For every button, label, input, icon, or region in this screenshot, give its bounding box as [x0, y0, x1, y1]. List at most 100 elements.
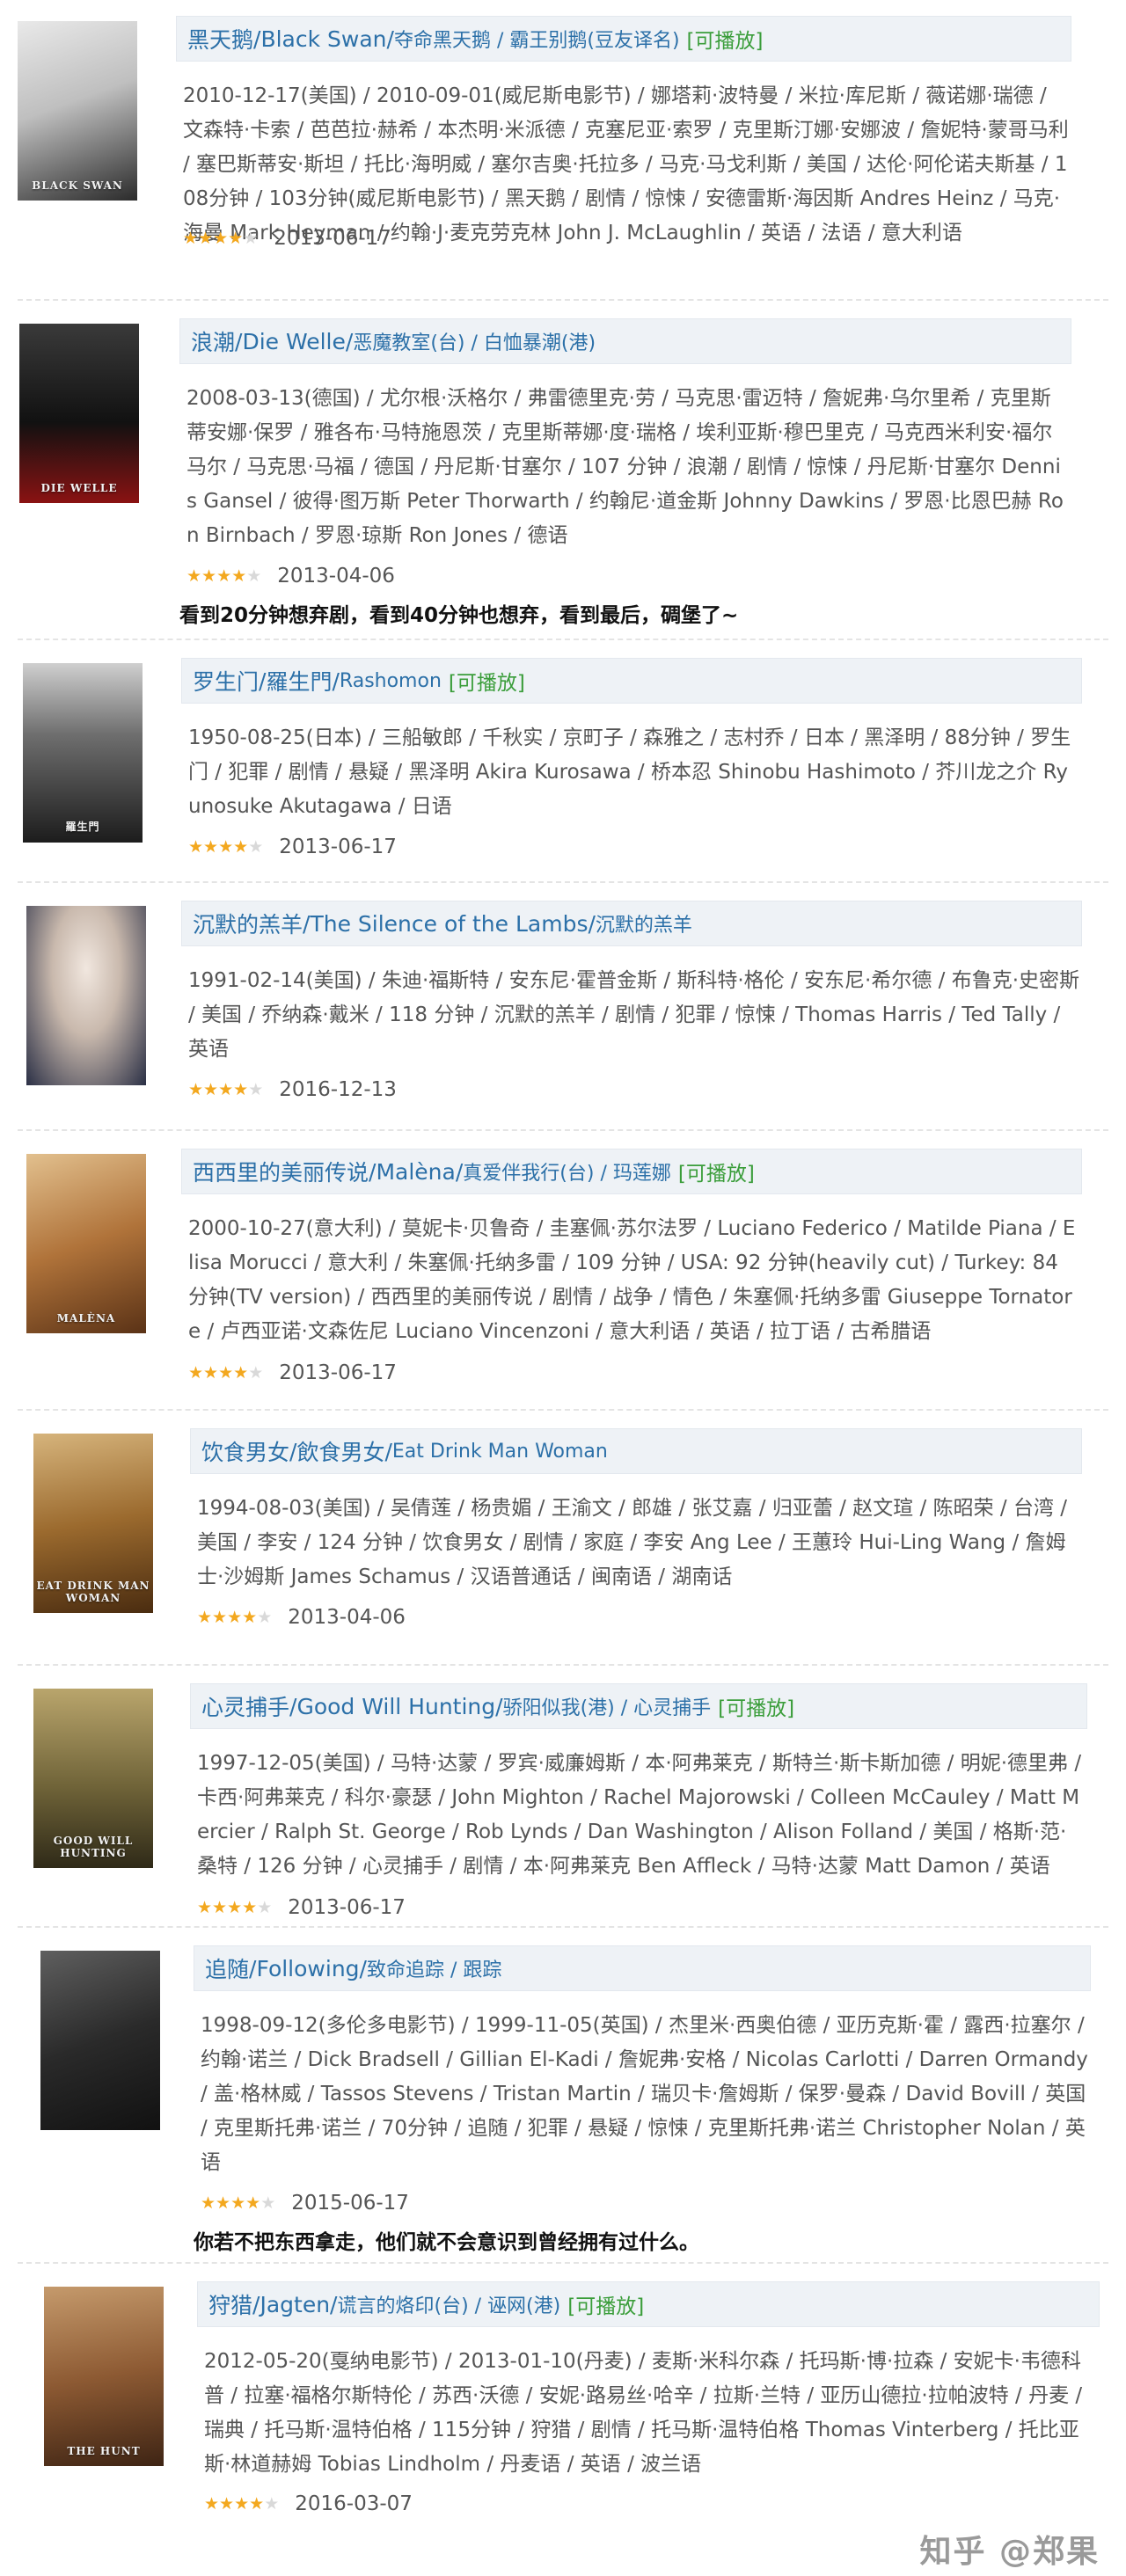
movie-title-link[interactable]: 西西里的美丽传说 [193, 1156, 369, 1187]
movie-poster[interactable]: DIE WELLE [19, 324, 139, 503]
star-icon: ★ [242, 1607, 258, 1627]
user-comment: 看到20分钟想弃剧，看到40分钟也想弃，看到最后，碉堡了~ [179, 604, 739, 627]
movie-poster[interactable]: MALÈNA [26, 1154, 146, 1333]
movie-alt-title[interactable]: Jagten [260, 2292, 330, 2317]
title-separator: / [259, 668, 267, 694]
title-separator: / [289, 1438, 297, 1464]
star-icon: ★ [243, 228, 259, 248]
movie-poster[interactable] [26, 906, 146, 1085]
movie-aliases: 谎言的烙印(台) / 诬网(港) [337, 2295, 561, 2317]
star-icon: ★ [212, 1607, 228, 1627]
star-icon: ★ [227, 1607, 243, 1627]
entry-divider [18, 2262, 1108, 2264]
playable-link[interactable]: [可播放] [678, 1157, 755, 1186]
movie-alt-title[interactable]: Malèna [376, 1159, 455, 1185]
movie-aliases: 致命追踪 / 跟踪 [366, 1959, 502, 1981]
rating-row: ★ ★ ★ ★ ★ 2016-12-13 [188, 1076, 397, 1103]
movie-info: 1994-08-03(美国) / 吴倩莲 / 杨贵媚 / 王渝文 / 郎雄 / … [197, 1497, 1068, 1588]
entry-divider [18, 299, 1108, 301]
title-separator: / [369, 1158, 377, 1185]
movie-poster[interactable] [40, 1951, 160, 2130]
poster-caption: EAT DRINK MAN WOMAN [36, 1580, 150, 1604]
movie-poster[interactable]: BLACK SWAN [18, 21, 137, 201]
rating-stars: ★ ★ ★ ★ ★ [201, 2193, 276, 2213]
movie-poster[interactable]: EAT DRINK MAN WOMAN [33, 1434, 153, 1613]
star-icon: ★ [246, 566, 262, 586]
movie-title-link[interactable]: 狩猎 [208, 2288, 252, 2320]
movie-info: 1998-09-12(多伦多电影节) / 1999-11-05(英国) / 杰里… [201, 2014, 1088, 2174]
movie-title-link[interactable]: 浪潮 [191, 325, 235, 357]
poster-caption: BLACK SWAN [32, 179, 123, 192]
poster-caption: DIE WELLE [40, 482, 118, 494]
movie-poster[interactable]: GOOD WILL HUNTING [33, 1689, 153, 1868]
rating-date: 2013-06-17 [274, 227, 391, 250]
movie-title-link[interactable]: 黑天鹅 [187, 23, 253, 55]
title-separator: / [386, 26, 394, 52]
movie-alt-title[interactable]: 飲食男女 [296, 1435, 384, 1467]
movie-aliases: Eat Drink Man Woman [391, 1440, 608, 1463]
movie-aliases: 真爱伴我行(台) / 玛莲娜 [463, 1163, 671, 1185]
user-comment: 你若不把东西拿走，他们就不会意识到曾经拥有过什么。 [194, 2231, 699, 2254]
movie-title-link[interactable]: 饮食男女 [201, 1435, 289, 1467]
playable-link[interactable]: [可播放] [567, 2289, 644, 2319]
star-icon: ★ [203, 1079, 219, 1099]
movie-poster[interactable]: 羅生門 [23, 663, 143, 843]
movie-info: 2012-05-20(戛纳电影节) / 2013-01-10(丹麦) / 麦斯·… [204, 2350, 1083, 2476]
star-icon: ★ [228, 228, 244, 248]
star-icon: ★ [264, 2493, 280, 2514]
star-icon: ★ [248, 1079, 264, 1099]
star-icon: ★ [234, 2493, 250, 2514]
rating-stars: ★ ★ ★ ★ ★ [183, 230, 258, 247]
star-icon: ★ [203, 836, 219, 857]
title-separator: / [249, 1955, 257, 1981]
movie-title-link[interactable]: 追随 [205, 1952, 249, 1984]
rating-row: ★ ★ ★ ★ ★ 2013-06-17 [183, 225, 391, 252]
title-separator: / [359, 1955, 367, 1981]
poster-caption: THE HUNT [67, 2445, 141, 2457]
title-bar: 浪潮 / Die Welle / 恶魔教室(台) / 白恤暴潮(港) [179, 318, 1071, 364]
star-icon: ★ [219, 2493, 235, 2514]
movie-aliases: 夺命黑天鹅 / 霸王别鹅(豆友译名) [393, 30, 680, 52]
rating-date: 2013-06-17 [279, 836, 397, 858]
rating-row: ★ ★ ★ ★ ★ 2013-06-17 [188, 834, 397, 860]
entry-divider [18, 1129, 1108, 1131]
star-icon: ★ [242, 1897, 258, 1917]
title-bar: 狩猎 / Jagten / 谎言的烙印(台) / 诬网(港) [可播放] [197, 2281, 1100, 2327]
star-icon: ★ [183, 228, 199, 248]
playable-link[interactable]: [可播放] [687, 24, 764, 54]
movie-info: 1950-08-25(日本) / 三船敏郎 / 千秋实 / 京町子 / 森雅之 … [188, 726, 1071, 818]
movie-title-link[interactable]: 罗生门 [193, 665, 259, 697]
star-icon: ★ [218, 836, 234, 857]
star-icon: ★ [257, 1607, 273, 1627]
star-icon: ★ [186, 566, 202, 586]
star-icon: ★ [201, 566, 217, 586]
movie-alt-title[interactable]: Die Welle [242, 329, 345, 354]
playable-link[interactable]: [可播放] [718, 1691, 794, 1721]
star-icon: ★ [188, 1362, 204, 1383]
movie-title-link[interactable]: 心灵捕手 [201, 1690, 289, 1722]
movie-title-link[interactable]: 沉默的羔羊 [193, 908, 303, 939]
playable-link[interactable]: [可播放] [449, 666, 525, 696]
title-separator: / [345, 328, 354, 354]
movie-alt-title[interactable]: Following [256, 1956, 359, 1981]
star-icon: ★ [249, 2493, 265, 2514]
rating-date: 2016-12-13 [279, 1078, 397, 1101]
star-icon: ★ [260, 2193, 276, 2213]
rating-stars: ★ ★ ★ ★ ★ [188, 836, 263, 857]
star-icon: ★ [257, 1897, 273, 1917]
star-icon: ★ [213, 228, 229, 248]
movie-alt-title[interactable]: Black Swan [260, 26, 386, 52]
title-separator: / [495, 1693, 503, 1719]
star-icon: ★ [230, 2193, 246, 2213]
movie-alt-title[interactable]: Good Will Hunting [296, 1694, 495, 1719]
movie-entry: DIE WELLE 浪潮 / Die Welle / 恶魔教室(台) / 白恤暴潮… [0, 318, 1126, 627]
poster-caption: GOOD WILL HUNTING [53, 1835, 134, 1859]
movie-entry: 追随 / Following / 致命追踪 / 跟踪 1998-09-12(多伦多… [0, 1945, 1126, 2254]
star-icon: ★ [212, 1897, 228, 1917]
movie-entry: MALÈNA 西西里的美丽传说 / Malèna / 真爱伴我行(台) / 玛莲娜… [0, 1149, 1126, 1439]
movie-aliases: Rashomon [339, 669, 442, 692]
star-icon: ★ [198, 228, 214, 248]
movie-alt-title[interactable]: The Silence of the Lambs [310, 911, 588, 937]
movie-alt-title[interactable]: 羅生門 [266, 665, 332, 697]
movie-poster[interactable]: THE HUNT [44, 2287, 164, 2466]
